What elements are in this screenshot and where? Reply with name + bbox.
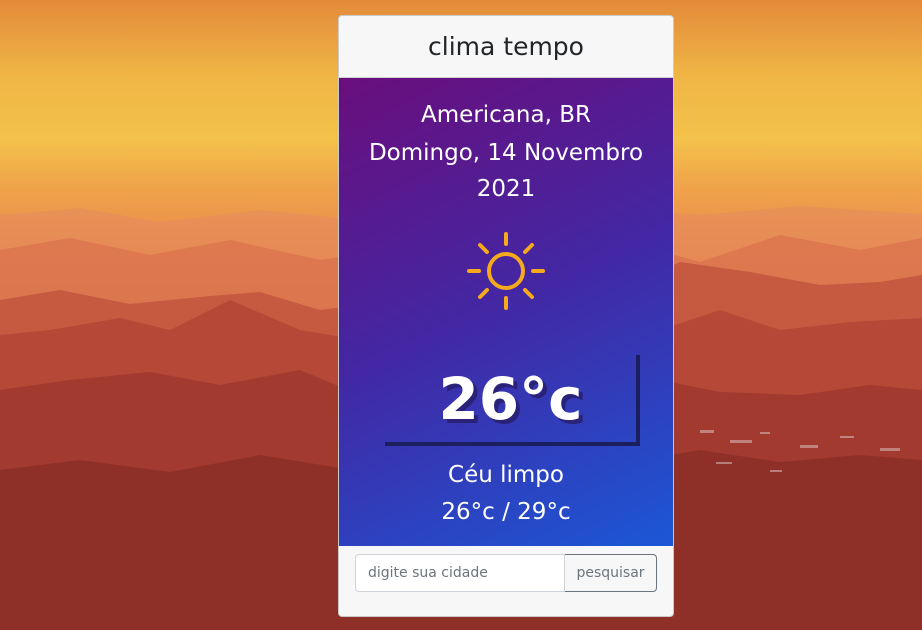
app-title: clima tempo	[339, 16, 673, 78]
weather-card: clima tempo Americana, BR Domingo, 14 No…	[338, 15, 674, 617]
city-search-input[interactable]	[355, 554, 565, 592]
weather-description: Céu limpo	[448, 462, 564, 488]
weather-panel: Americana, BR Domingo, 14 Novembro 2021 …	[339, 78, 673, 546]
min-max-temperature: 26°c / 29°c	[441, 499, 571, 525]
location-label: Americana, BR	[421, 102, 591, 128]
temperature-box: 26°c	[385, 355, 640, 446]
search-button[interactable]: pesquisar	[565, 554, 657, 592]
temperature-value: 26°c	[438, 365, 583, 433]
search-group: pesquisar	[355, 554, 657, 592]
date-label: Domingo, 14 Novembro 2021	[368, 140, 644, 202]
sun-icon	[467, 232, 545, 310]
